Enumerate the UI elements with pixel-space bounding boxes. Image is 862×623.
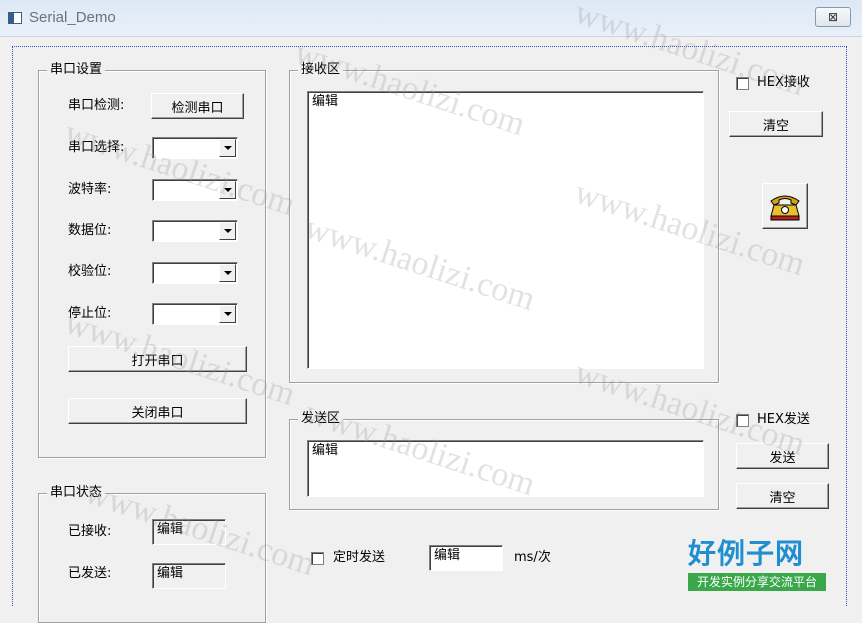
serial-settings-legend: 串口设置	[47, 62, 106, 78]
clear-send-button[interactable]: 清空	[736, 483, 829, 509]
parity-select[interactable]	[152, 262, 238, 284]
brand-tagline: 开发实例分享交流平台	[688, 573, 826, 591]
stopbits-label: 停止位:	[68, 306, 112, 321]
hex-send-checkbox[interactable]	[736, 414, 749, 427]
hex-receive-label: HEX接收	[757, 75, 810, 90]
send-area-legend: 发送区	[298, 411, 344, 427]
chevron-down-icon[interactable]	[219, 264, 236, 282]
received-count-label: 已接收:	[68, 524, 112, 539]
close-port-button[interactable]: 关闭串口	[68, 398, 247, 424]
telephone-button[interactable]	[762, 183, 808, 229]
received-count-field: 编辑	[152, 519, 226, 545]
brand-name: 好例子网	[688, 537, 805, 570]
baud-label: 波特率:	[68, 182, 112, 197]
serial-status-group: 串口状态	[38, 485, 266, 623]
timed-send-label: 定时发送	[333, 550, 386, 565]
port-label: 串口选择:	[68, 140, 125, 155]
title-bar: Serial_Demo ⊠	[0, 0, 862, 37]
sent-count-field: 编辑	[152, 563, 226, 589]
send-textarea[interactable]: 编辑	[307, 440, 704, 497]
chevron-down-icon[interactable]	[219, 305, 236, 323]
baud-select[interactable]	[152, 179, 238, 201]
detect-port-button[interactable]: 检测串口	[151, 93, 244, 119]
interval-input[interactable]: 编辑	[429, 545, 503, 571]
receive-textarea[interactable]: 编辑	[307, 91, 704, 369]
window-title: Serial_Demo	[29, 9, 116, 26]
parity-label: 校验位:	[68, 264, 112, 279]
databits-select[interactable]	[152, 220, 238, 242]
databits-label: 数据位:	[68, 223, 112, 238]
open-port-button[interactable]: 打开串口	[68, 346, 247, 372]
send-button[interactable]: 发送	[736, 443, 829, 469]
telephone-icon	[770, 195, 800, 221]
clear-receive-button[interactable]: 清空	[729, 111, 823, 137]
app-icon	[8, 12, 22, 24]
stopbits-select[interactable]	[152, 303, 238, 325]
brand-logo: 好例子网 开发实例分享交流平台	[688, 538, 828, 598]
receive-area-legend: 接收区	[298, 62, 344, 78]
hex-receive-checkbox[interactable]	[736, 77, 749, 90]
chevron-down-icon[interactable]	[219, 139, 236, 157]
sent-count-label: 已发送:	[68, 566, 112, 581]
chevron-down-icon[interactable]	[219, 181, 236, 199]
timed-send-checkbox[interactable]	[311, 552, 324, 565]
serial-status-legend: 串口状态	[47, 485, 106, 501]
port-select[interactable]	[152, 137, 238, 159]
detect-label: 串口检测:	[68, 98, 125, 113]
interval-unit-label: ms/次	[514, 550, 551, 565]
close-button[interactable]: ⊠	[815, 7, 851, 27]
chevron-down-icon[interactable]	[219, 222, 236, 240]
hex-send-label: HEX发送	[757, 412, 810, 427]
close-icon: ⊠	[827, 10, 839, 24]
